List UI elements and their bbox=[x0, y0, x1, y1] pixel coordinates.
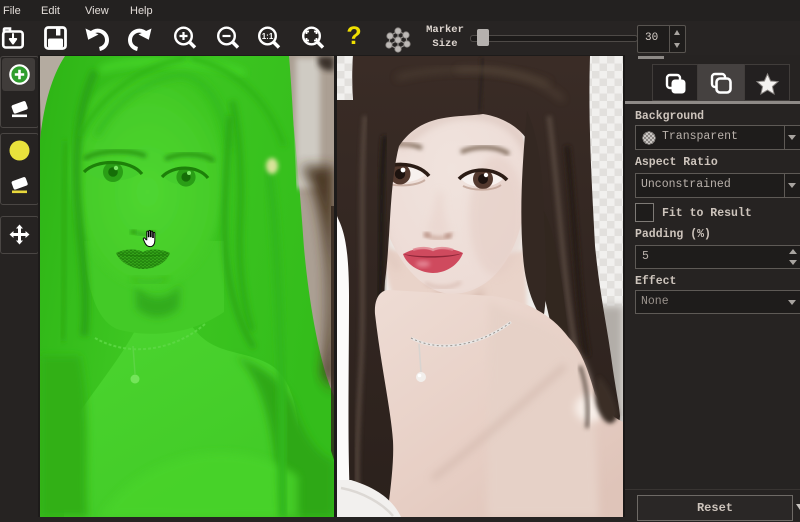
svg-text:1:1: 1:1 bbox=[262, 32, 274, 41]
